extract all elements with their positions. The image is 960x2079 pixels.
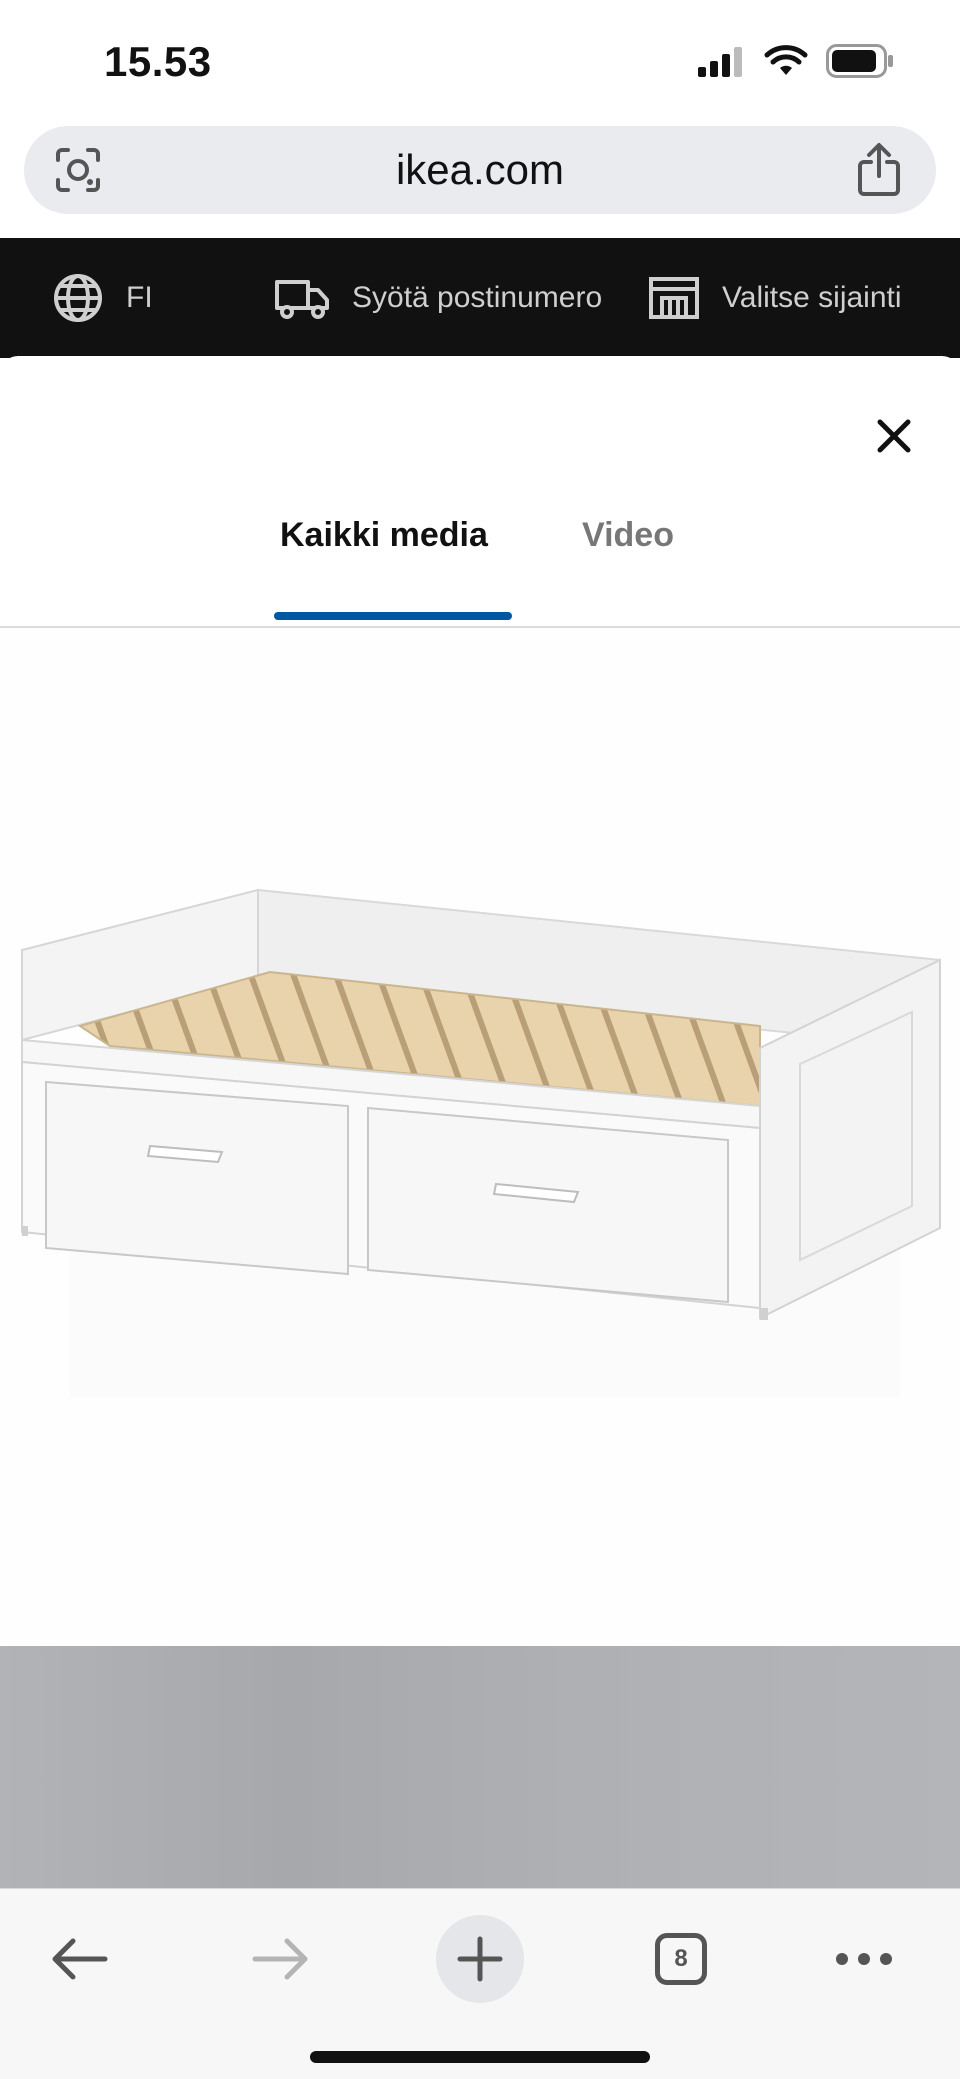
globe-icon <box>54 274 102 322</box>
battery-icon <box>826 44 893 78</box>
new-tab-plus-icon <box>436 1915 524 2003</box>
forward-arrow-icon <box>252 1938 308 1980</box>
share-icon[interactable] <box>856 142 902 196</box>
delivery-truck-icon <box>275 280 329 319</box>
close-icon[interactable] <box>864 406 924 466</box>
secondary-product-image[interactable] <box>0 1646 960 1888</box>
new-tab-button[interactable] <box>434 1913 526 2005</box>
status-time: 15.53 <box>104 38 212 85</box>
media-tabs: Kaikki media Video <box>0 516 960 628</box>
tabs-icon: 8 <box>655 1933 707 1985</box>
language-selector[interactable]: FI <box>52 238 153 358</box>
tab-count: 8 <box>674 1945 688 1972</box>
more-icon <box>836 1953 892 1965</box>
product-image[interactable] <box>0 628 960 1646</box>
postal-code-button[interactable]: Syötä postinumero <box>274 238 602 358</box>
postal-code-label: Syötä postinumero <box>352 281 603 314</box>
cellular-signal-icon <box>698 47 742 77</box>
media-modal: Kaikki media Video <box>0 356 960 1888</box>
url-text[interactable]: ikea.com <box>24 146 936 194</box>
forward-button[interactable] <box>246 1913 316 2005</box>
store-label: Valitse sijainti <box>722 281 902 314</box>
browser-address-area: ikea.com <box>0 120 960 240</box>
home-indicator <box>310 2051 650 2063</box>
status-bar: 15.53 <box>0 0 960 120</box>
browser-toolbar: 8 <box>0 1888 960 2079</box>
store-icon <box>649 277 699 319</box>
tab-video[interactable]: Video <box>582 516 674 555</box>
more-button[interactable] <box>834 1913 894 2005</box>
daybed-image <box>21 888 941 1398</box>
active-tab-indicator <box>274 612 512 620</box>
tabs-button[interactable]: 8 <box>650 1913 712 2005</box>
ikea-utility-bar: FI Syötä postinumero Valitse sijainti <box>0 238 960 358</box>
back-arrow-icon <box>52 1938 108 1980</box>
back-button[interactable] <box>44 1913 114 2005</box>
wifi-icon <box>764 45 808 75</box>
tab-all-media[interactable]: Kaikki media <box>280 516 488 555</box>
store-selector[interactable]: Valitse sijainti <box>648 238 902 358</box>
language-label: FI <box>126 281 153 314</box>
address-bar[interactable]: ikea.com <box>24 126 936 214</box>
